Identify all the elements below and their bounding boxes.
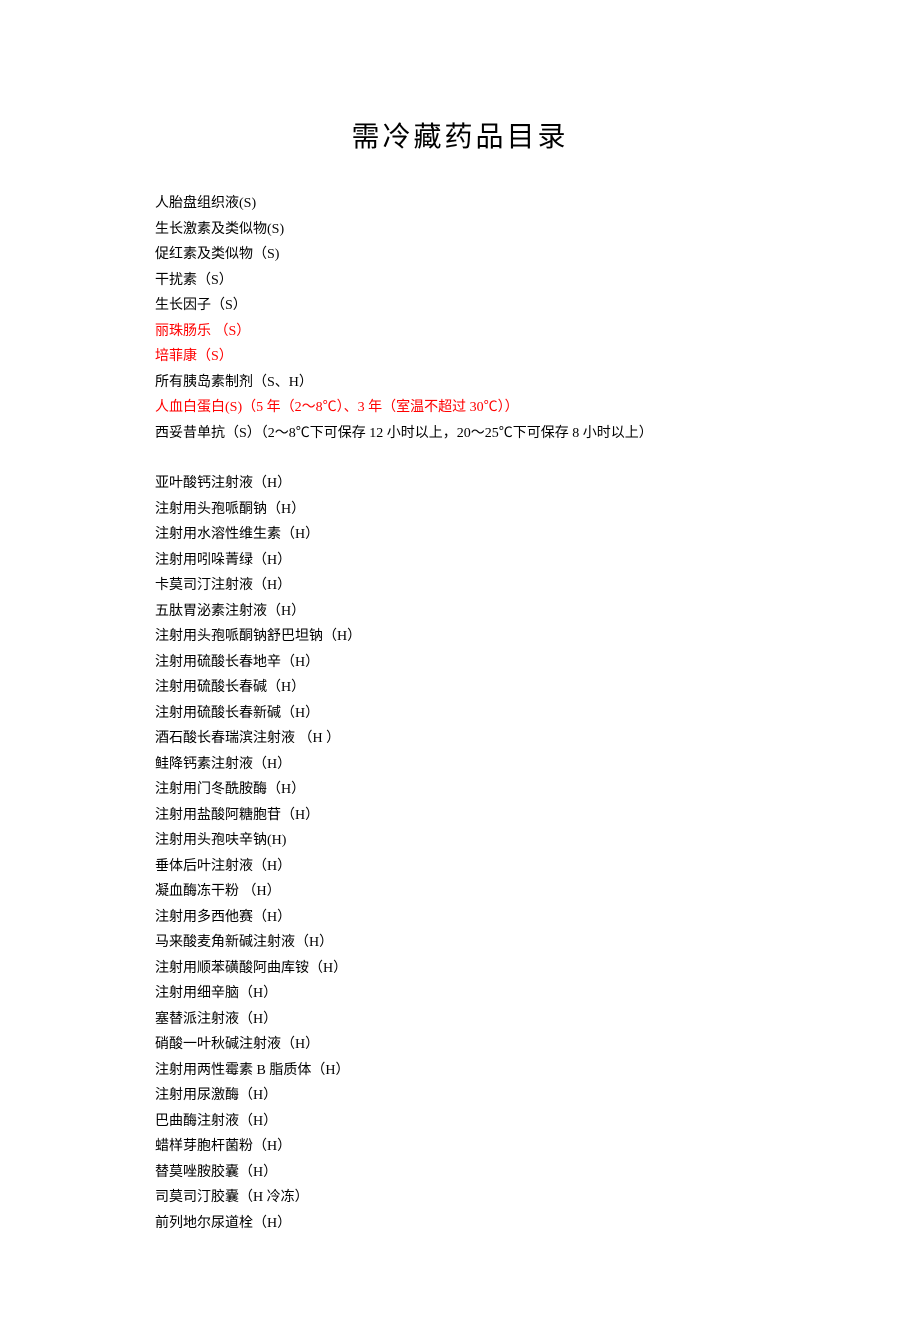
list-item: 注射用头孢哌酮钠（H） <box>155 497 765 523</box>
list-item: 垂体后叶注射液（H） <box>155 854 765 880</box>
list-item: 干扰素（S） <box>155 268 765 294</box>
list-item: 蜡样芽胞杆菌粉（H） <box>155 1134 765 1160</box>
list-item: 注射用多西他赛（H） <box>155 905 765 931</box>
list-item: 丽珠肠乐 （S） <box>155 319 765 345</box>
list-item: 注射用硫酸长春新碱（H） <box>155 701 765 727</box>
list-item: 人胎盘组织液(S) <box>155 191 765 217</box>
list-item: 前列地尔尿道栓（H） <box>155 1211 765 1237</box>
list-item: 注射用吲哚菁绿（H） <box>155 548 765 574</box>
list-item: 促红素及类似物（S) <box>155 242 765 268</box>
list-item: 凝血酶冻干粉 （H） <box>155 879 765 905</box>
list-item: 注射用两性霉素 B 脂质体（H） <box>155 1058 765 1084</box>
list-item: 注射用细辛脑（H） <box>155 981 765 1007</box>
list-item: 所有胰岛素制剂（S、H） <box>155 370 765 396</box>
list-item: 注射用顺苯磺酸阿曲库铵（H） <box>155 956 765 982</box>
list-item: 五肽胃泌素注射液（H） <box>155 599 765 625</box>
list-item: 亚叶酸钙注射液（H） <box>155 471 765 497</box>
list-item: 注射用水溶性维生素（H） <box>155 522 765 548</box>
list-item: 西妥昔单抗（S）（2～8℃下可保存 12 小时以上，20～25℃下可保存 8 小… <box>155 421 765 447</box>
list-item: 注射用尿激酶（H） <box>155 1083 765 1109</box>
list-item: 注射用硫酸长春地辛（H） <box>155 650 765 676</box>
list-item: 注射用门冬酰胺酶（H） <box>155 777 765 803</box>
list-item: 卡莫司汀注射液（H） <box>155 573 765 599</box>
list-item: 注射用头孢呋辛钠(H) <box>155 828 765 854</box>
list-item: 培菲康（S） <box>155 344 765 370</box>
list-item: 生长因子（S） <box>155 293 765 319</box>
list-item: 生长激素及类似物(S) <box>155 217 765 243</box>
list-item: 鲑降钙素注射液（H） <box>155 752 765 778</box>
document-page: 需冷藏药品目录 人胎盘组织液(S)生长激素及类似物(S)促红素及类似物（S)干扰… <box>0 0 920 1336</box>
list-item: 注射用硫酸长春碱（H） <box>155 675 765 701</box>
page-title: 需冷藏药品目录 <box>155 115 765 155</box>
drug-list: 人胎盘组织液(S)生长激素及类似物(S)促红素及类似物（S)干扰素（S）生长因子… <box>155 191 765 1236</box>
list-item: 巴曲酶注射液（H） <box>155 1109 765 1135</box>
list-spacer <box>155 446 765 471</box>
list-item: 人血白蛋白(S)（5 年（2～8℃）、3 年（室温不超过 30℃）） <box>155 395 765 421</box>
list-item: 司莫司汀胶囊（H 冷冻） <box>155 1185 765 1211</box>
list-item: 注射用头孢哌酮钠舒巴坦钠（H） <box>155 624 765 650</box>
list-item: 塞替派注射液（H） <box>155 1007 765 1033</box>
list-item: 注射用盐酸阿糖胞苷（H） <box>155 803 765 829</box>
list-item: 马来酸麦角新碱注射液（H） <box>155 930 765 956</box>
list-item: 替莫唑胺胶囊（H） <box>155 1160 765 1186</box>
list-item: 硝酸一叶秋碱注射液（H） <box>155 1032 765 1058</box>
list-item: 酒石酸长春瑞滨注射液 （H ） <box>155 726 765 752</box>
